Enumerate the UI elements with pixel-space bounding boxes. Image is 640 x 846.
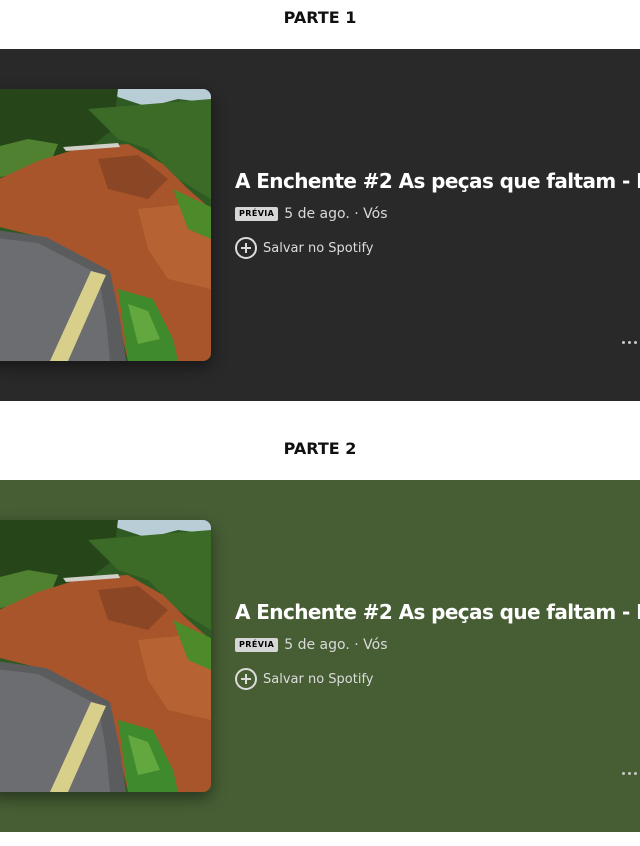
episode-cover-image[interactable]	[0, 89, 211, 361]
preview-badge: PRÉVIA	[235, 207, 279, 221]
preview-badge: PRÉVIA	[235, 638, 279, 652]
plus-circle-icon	[235, 668, 257, 690]
episode-meta: PRÉVIA 5 de ago. · Vós	[235, 206, 388, 222]
episode-date-show: 5 de ago. · Vós	[284, 206, 388, 222]
dot	[622, 771, 625, 775]
spotify-episode-embed-1[interactable]: A Enchente #2 As peças que faltam - Par …	[0, 49, 640, 401]
part-1-label: PARTE 1	[283, 8, 357, 27]
part-2-label: PARTE 2	[283, 439, 357, 458]
dot	[634, 771, 637, 775]
dot	[628, 771, 631, 775]
save-to-spotify-button[interactable]: Salvar no Spotify	[235, 237, 374, 259]
episode-title[interactable]: A Enchente #2 As peças que faltam - Par	[235, 169, 640, 193]
episode-cover-image[interactable]	[0, 520, 211, 792]
episode-date-show: 5 de ago. · Vós	[284, 637, 388, 653]
dot	[628, 340, 631, 344]
spotify-episode-embed-2[interactable]: A Enchente #2 As peças que faltam - Par …	[0, 480, 640, 832]
episode-title[interactable]: A Enchente #2 As peças que faltam - Par	[235, 600, 640, 624]
save-label: Salvar no Spotify	[263, 240, 374, 256]
dot	[634, 340, 637, 344]
more-options-icon[interactable]	[622, 763, 640, 783]
more-options-icon[interactable]	[622, 332, 640, 352]
dot	[622, 340, 625, 344]
episode-meta: PRÉVIA 5 de ago. · Vós	[235, 637, 388, 653]
plus-circle-icon	[235, 237, 257, 259]
save-label: Salvar no Spotify	[263, 671, 374, 687]
save-to-spotify-button[interactable]: Salvar no Spotify	[235, 668, 374, 690]
